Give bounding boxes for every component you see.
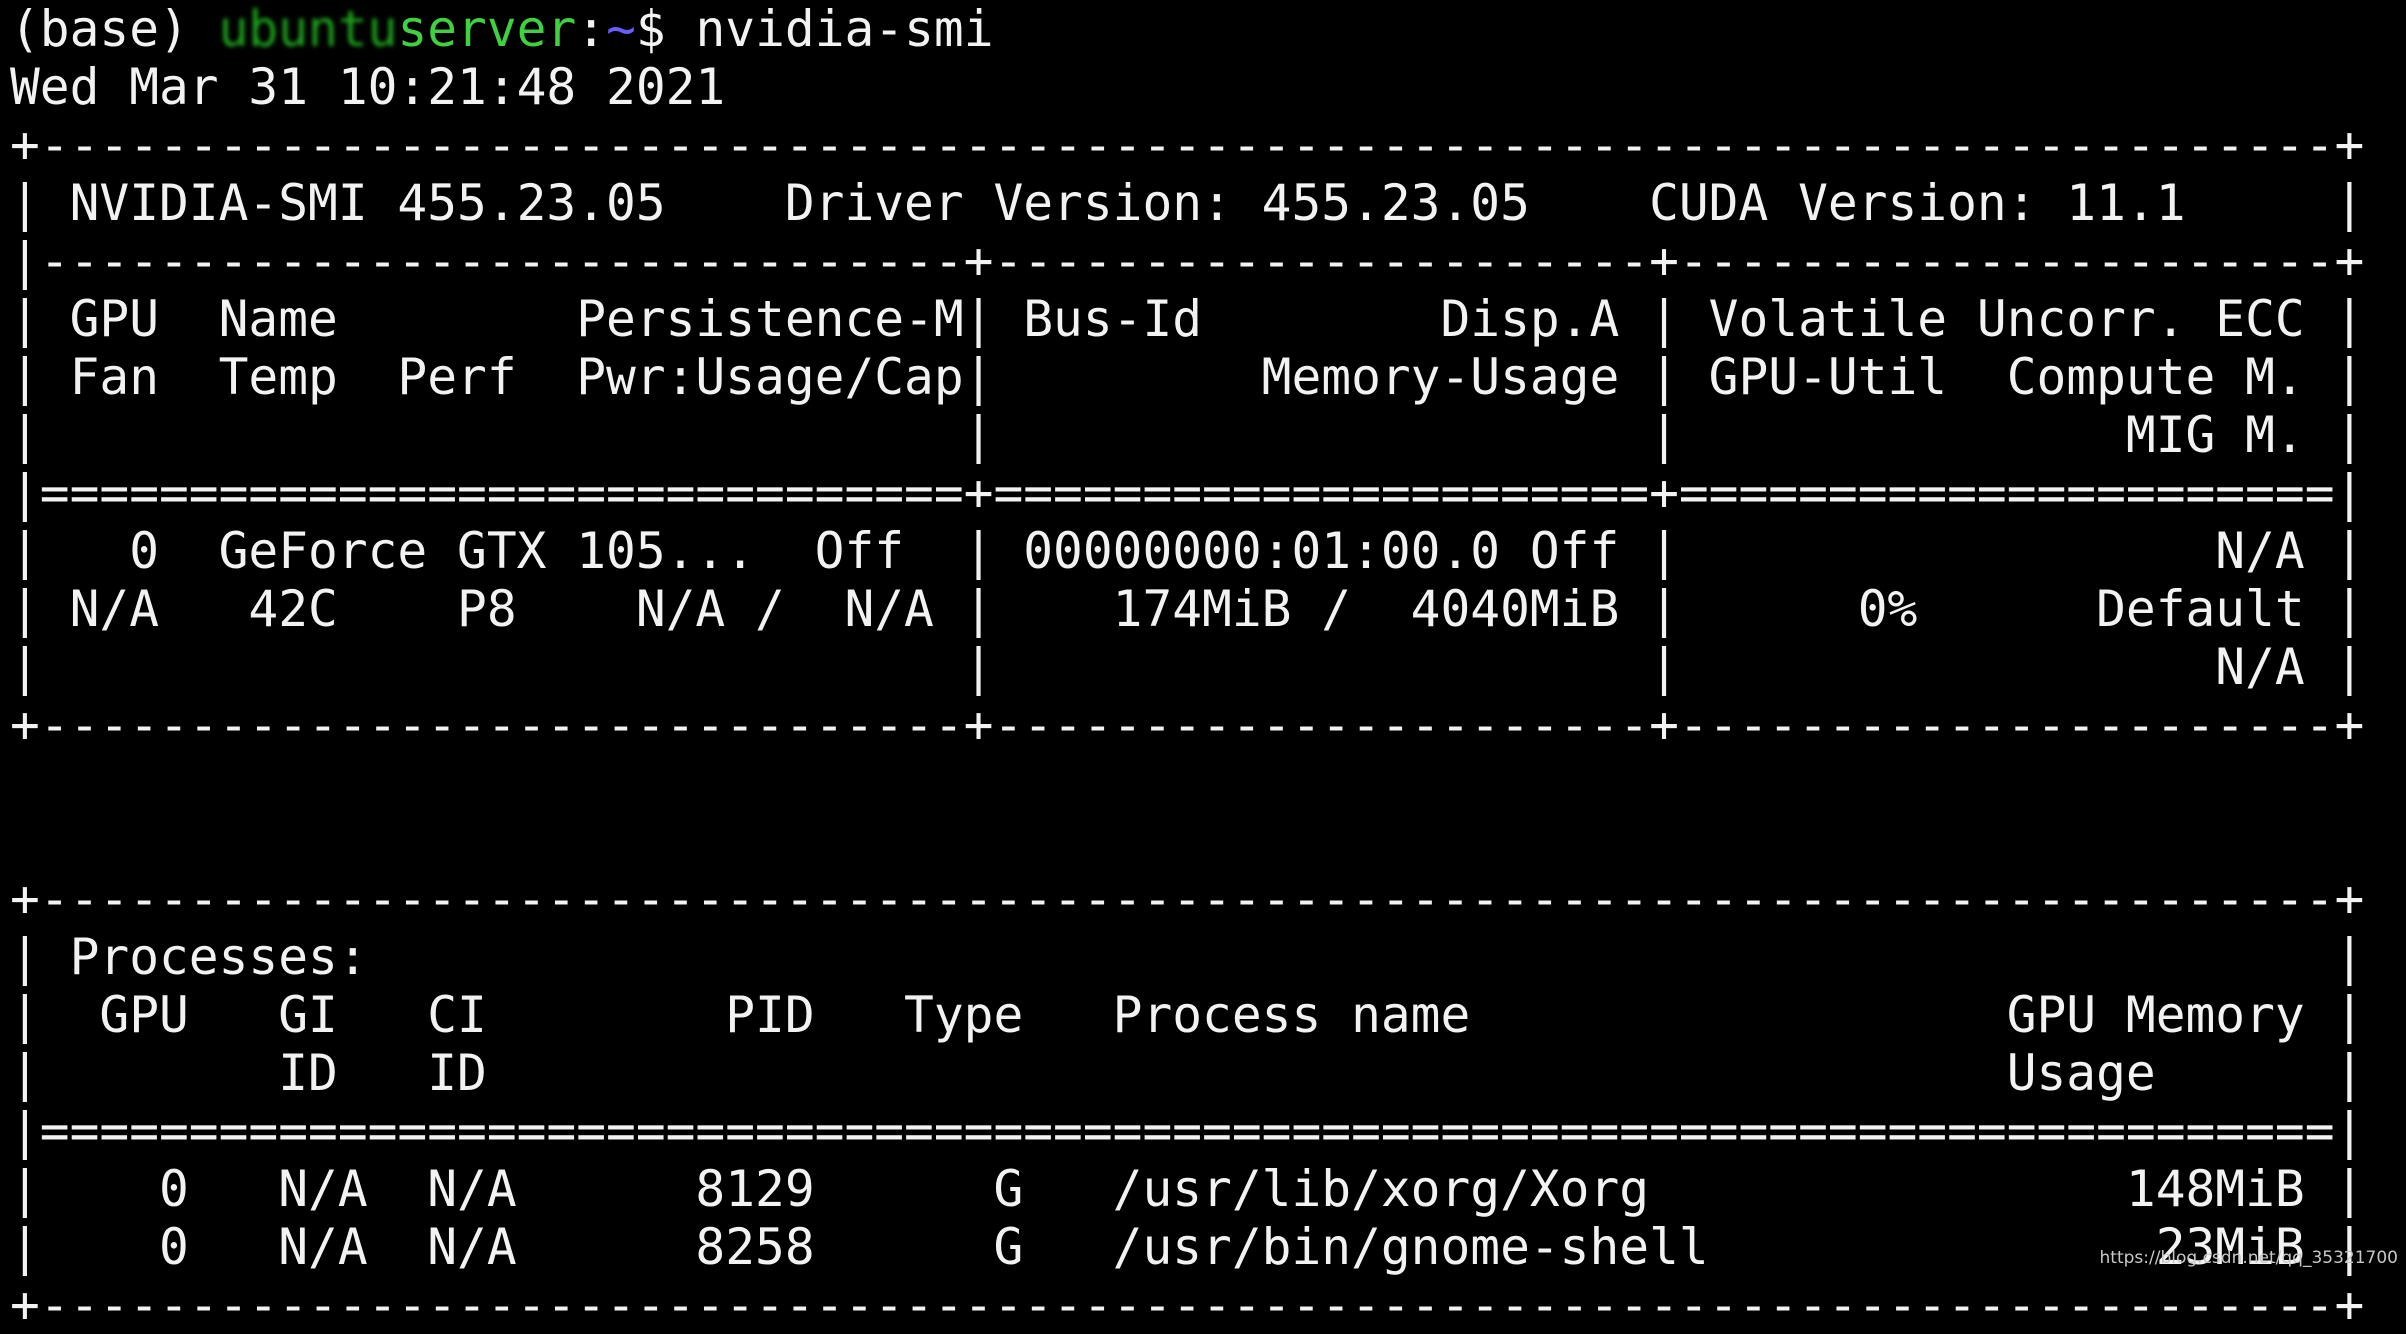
- gpu-table-equals: |===============================+=======…: [10, 464, 2365, 522]
- process-row: | 0 N/A N/A 8258 G /usr/bin/gnome-shell …: [10, 1218, 2365, 1276]
- gpu-table-separator: |-------------------------------+-------…: [10, 232, 2365, 290]
- terminal-window[interactable]: (base) ubuntuserver:~$ nvidia-smi Wed Ma…: [10, 0, 2406, 1334]
- gpu-header-row: | Fan Temp Perf Pwr:Usage/Cap| Memory-Us…: [10, 348, 2365, 406]
- process-table-border-top: +---------------------------------------…: [10, 870, 2365, 928]
- prompt-colon: :: [576, 0, 607, 58]
- prompt-symbol: $: [635, 0, 666, 58]
- process-table-equals: |=======================================…: [10, 1102, 2365, 1160]
- host-suffix: server: [397, 0, 577, 58]
- process-table-border-bottom: +---------------------------------------…: [10, 1276, 2365, 1334]
- version-line: | NVIDIA-SMI 455.23.05 Driver Version: 4…: [10, 174, 2365, 232]
- timestamp: Wed Mar 31 10:21:48 2021: [10, 58, 726, 116]
- command-text: nvidia-smi: [695, 0, 994, 58]
- gpu-data-row: | 0 GeForce GTX 105... Off | 00000000:01…: [10, 522, 2365, 580]
- redacted-username: ubuntu: [218, 0, 398, 58]
- process-header-row: | GPU GI CI PID Type Process name GPU Me…: [10, 986, 2365, 1044]
- process-header-row: | Processes: |: [10, 928, 2365, 986]
- gpu-table-border-bottom: +-------------------------------+-------…: [10, 696, 2365, 754]
- watermark-url: https://blog.csdn.net/qq_35321700: [2099, 1248, 2398, 1268]
- conda-env: (base): [10, 0, 189, 58]
- gpu-data-row: | N/A 42C P8 N/A / N/A | 174MiB / 4040Mi…: [10, 580, 2365, 638]
- gpu-header-row: | GPU Name Persistence-M| Bus-Id Disp.A …: [10, 290, 2365, 348]
- gpu-header-row: | | | MIG M. |: [10, 406, 2365, 464]
- gpu-data-row: | | | N/A |: [10, 638, 2365, 696]
- process-row: | 0 N/A N/A 8129 G /usr/lib/xorg/Xorg 14…: [10, 1160, 2365, 1218]
- process-header-row: | ID ID Usage |: [10, 1044, 2365, 1102]
- table-border-top: +---------------------------------------…: [10, 116, 2365, 174]
- prompt-line: (base) ubuntuserver:~$ nvidia-smi: [10, 0, 2406, 58]
- prompt-path: ~: [606, 0, 636, 58]
